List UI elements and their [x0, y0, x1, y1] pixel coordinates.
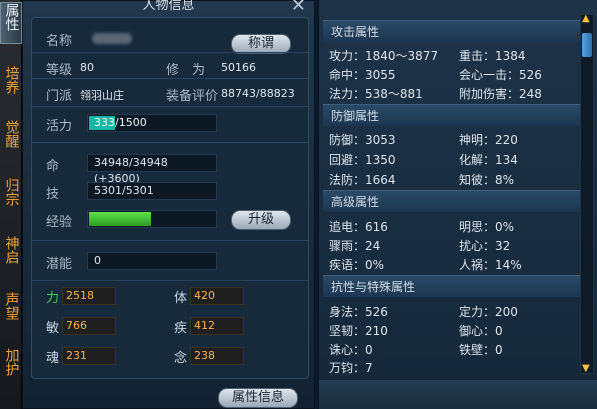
hp-label: 命: [46, 159, 60, 174]
sect-value: 翎羽山庄: [80, 89, 124, 102]
stat-heavy-weight: 万钧：7: [329, 361, 373, 375]
stats-scrollbar[interactable]: ▲ ▼: [580, 13, 594, 374]
stats-panel: 攻击属性 攻力：1840～3877 重击：1384 命中：3055 会心一击：5…: [318, 0, 597, 409]
gear-rating-label: 装备评价: [166, 89, 219, 104]
divider: [32, 240, 308, 241]
swiftness-label: 疾: [174, 321, 188, 336]
divider: [32, 280, 308, 281]
section-header-advanced: 高级属性: [323, 190, 581, 212]
stat-rapid-speech: 疾语：0%: [329, 258, 385, 272]
level-value: 80: [80, 61, 94, 74]
tab-training[interactable]: 培养: [0, 66, 22, 102]
potential-label: 潜能: [46, 257, 73, 272]
mind-label: 念: [174, 351, 188, 366]
stat-heart-strike: 诛心：0: [329, 343, 373, 357]
cultivation-label: 修 为: [166, 63, 206, 78]
stat-composure: 定力：200: [459, 305, 518, 319]
level-label: 等级: [46, 63, 73, 78]
tab-label: 培养: [3, 66, 20, 94]
tab-label: 归宗: [3, 178, 20, 206]
agility-value: 766: [62, 317, 116, 335]
stat-lightning: 追电：616: [329, 220, 388, 234]
tab-reputation[interactable]: 声望: [0, 292, 22, 328]
stat-heavy-strike: 重击：1384: [459, 49, 526, 63]
stat-extra-damage: 附加伤害：248: [459, 87, 542, 101]
potential-field: 0: [87, 252, 217, 270]
scroll-down-icon[interactable]: ▼: [582, 363, 590, 374]
attribute-info-button[interactable]: 属性信息: [218, 388, 298, 408]
constitution-value: 420: [190, 287, 244, 305]
tab-protection[interactable]: 加护: [0, 348, 22, 384]
panel-title: 人物信息: [142, 0, 195, 13]
stat-downpour: 骤雨：24: [329, 239, 381, 253]
scroll-up-icon[interactable]: ▲: [582, 13, 590, 24]
stat-divinity: 神明：220: [459, 133, 518, 147]
vigor-label: 活力: [46, 119, 73, 134]
divider: [32, 78, 308, 79]
close-icon[interactable]: ✕: [291, 0, 306, 16]
skill-label: 技: [46, 187, 60, 202]
tab-label: 声望: [3, 292, 20, 320]
vigor-value: 333/1500: [94, 116, 147, 129]
character-info-panel: 人物信息 ✕ 名称 称谓 等级 80 修 为 50166 门派 翎羽山庄 装备评…: [22, 0, 315, 409]
skill-field: 5301/5301: [87, 182, 217, 200]
stat-mind-guard: 御心：0: [459, 324, 503, 338]
section-header-attack: 攻击属性: [323, 20, 581, 42]
exp-bar-fill: [89, 212, 151, 226]
scroll-thumb[interactable]: [582, 33, 592, 57]
stat-clarity: 明思：0%: [459, 220, 515, 234]
strength-value: 2518: [62, 287, 116, 305]
stat-calamity: 人祸：14%: [459, 258, 522, 272]
stat-magic: 法力：538～881: [329, 87, 423, 101]
tab-return[interactable]: 归宗: [0, 178, 22, 214]
swiftness-value: 412: [190, 317, 244, 335]
stat-defense: 防御：3053: [329, 133, 396, 147]
scene-background: [319, 380, 597, 409]
tab-label: 属性: [3, 3, 20, 31]
tab-revelation[interactable]: 神启: [0, 236, 22, 272]
tab-label: 觉醒: [3, 120, 20, 148]
title-button[interactable]: 称谓: [231, 34, 291, 54]
stat-resolve: 化解：134: [459, 153, 518, 167]
strength-label: 力: [46, 291, 60, 306]
exp-bar: [87, 210, 217, 228]
gear-rating-value: 88743/88823: [221, 87, 295, 100]
stat-attack-power: 攻力：1840～3877: [329, 49, 439, 63]
levelup-button[interactable]: 升级: [231, 210, 291, 230]
divider: [32, 52, 308, 53]
tab-awaken[interactable]: 觉醒: [0, 120, 22, 156]
constitution-label: 体: [174, 291, 188, 306]
stat-insight: 知彼：8%: [459, 173, 515, 187]
stat-evasion: 回避：1350: [329, 153, 396, 167]
divider: [32, 106, 308, 107]
hp-field: 34948/34948 (+3600): [87, 154, 217, 185]
divider: [32, 142, 308, 143]
vertical-tab-bar: 属性 培养 觉醒 归宗 神启 声望 加护: [0, 0, 22, 409]
tab-label: 加护: [3, 348, 20, 376]
mind-value: 238: [190, 347, 244, 365]
agility-label: 敏: [46, 321, 60, 336]
stat-magic-defense: 法防：1664: [329, 173, 396, 187]
name-label: 名称: [46, 34, 73, 49]
soul-label: 魂: [46, 351, 60, 366]
tab-label: 神启: [3, 236, 20, 264]
vigor-bar: 333/1500: [87, 114, 217, 132]
stat-distraction: 扰心：32: [459, 239, 511, 253]
section-header-special: 抗性与特殊属性: [323, 275, 581, 297]
stat-accuracy: 命中：3055: [329, 68, 396, 82]
character-info-box: 名称 称谓 等级 80 修 为 50166 门派 翎羽山庄 装备评价 88743…: [31, 17, 309, 379]
cultivation-value: 50166: [221, 61, 256, 74]
stat-tenacity: 坚韧：210: [329, 324, 388, 338]
exp-label: 经验: [46, 215, 73, 230]
stat-crit: 会心一击：526: [459, 68, 542, 82]
section-header-defense: 防御属性: [323, 104, 581, 126]
soul-value: 231: [62, 347, 116, 365]
stat-body-technique: 身法：526: [329, 305, 388, 319]
tab-attributes[interactable]: 属性: [0, 2, 22, 44]
name-blurred: [92, 33, 132, 44]
sect-label: 门派: [46, 89, 73, 104]
stat-iron-wall: 铁壁：0: [459, 343, 503, 357]
